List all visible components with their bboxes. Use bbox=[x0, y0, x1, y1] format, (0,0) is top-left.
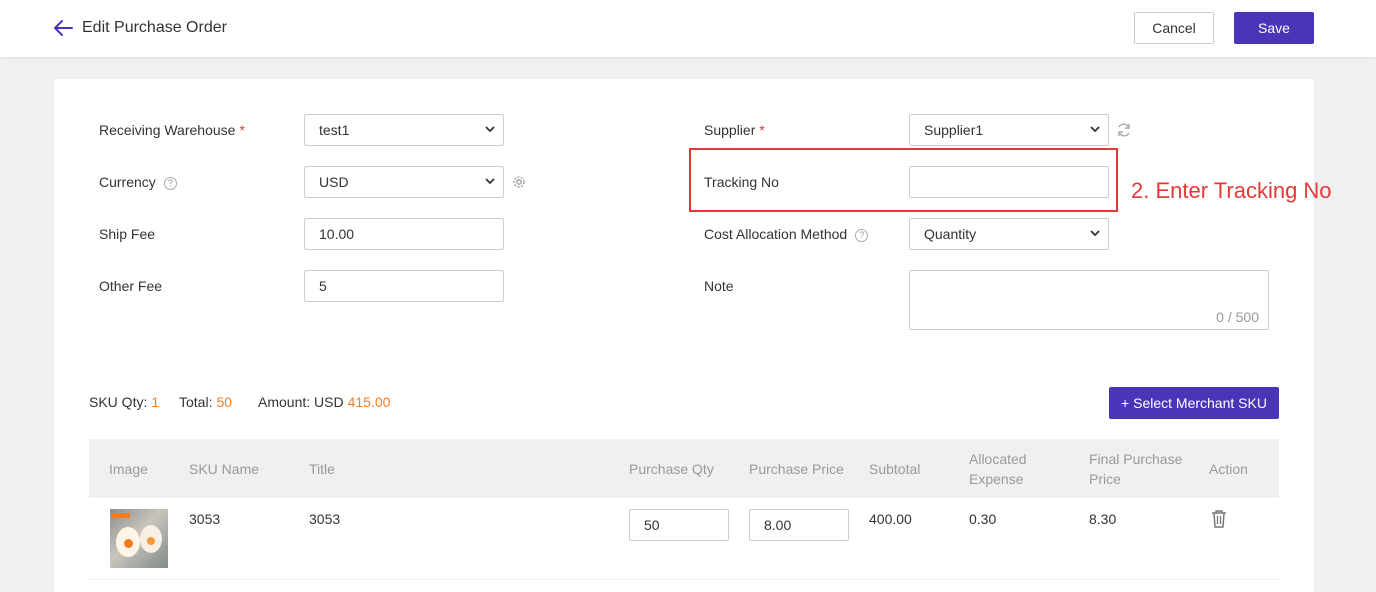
ship-fee-label: Ship Fee bbox=[99, 226, 156, 242]
col-subtotal: Subtotal bbox=[869, 461, 921, 477]
cell-sku-name: 3053 bbox=[189, 511, 221, 527]
col-allocated-expense: Allocated Expense bbox=[969, 451, 1027, 487]
back-arrow-icon[interactable] bbox=[52, 18, 74, 38]
sku-qty-summary: SKU Qty: 1 bbox=[89, 394, 160, 410]
purchase-qty-input[interactable]: 50 bbox=[629, 509, 729, 541]
chevron-down-icon bbox=[485, 126, 495, 133]
supplier-label: Supplier * bbox=[704, 122, 765, 138]
total-summary: Total: 50 bbox=[179, 394, 233, 410]
help-icon[interactable]: ? bbox=[855, 229, 869, 242]
annotation-highlight-box bbox=[689, 148, 1118, 212]
chevron-down-icon bbox=[1090, 230, 1100, 237]
cost-allocation-label: Cost Allocation Method? bbox=[704, 226, 869, 242]
page-title: Edit Purchase Order bbox=[82, 19, 227, 36]
gear-icon[interactable] bbox=[511, 174, 527, 190]
col-purchase-price: Purchase Price bbox=[749, 461, 844, 477]
col-sku-name: SKU Name bbox=[189, 461, 260, 477]
annotation-text: 2. Enter Tracking No bbox=[1131, 178, 1332, 203]
chevron-down-icon bbox=[485, 178, 495, 185]
other-fee-input[interactable]: 5 bbox=[304, 270, 504, 302]
receiving-warehouse-select[interactable]: test1 bbox=[304, 114, 504, 146]
amount-summary: Amount: USD 415.00 bbox=[258, 394, 391, 410]
row-divider bbox=[89, 579, 1279, 580]
receiving-warehouse-label: Receiving Warehouse * bbox=[99, 122, 245, 138]
cancel-button[interactable]: Cancel bbox=[1134, 12, 1214, 44]
refresh-icon[interactable] bbox=[1116, 122, 1132, 138]
col-action: Action bbox=[1209, 461, 1248, 477]
ship-fee-input[interactable]: 10.00 bbox=[304, 218, 504, 250]
note-label: Note bbox=[704, 278, 734, 294]
select-merchant-sku-button[interactable]: + Select Merchant SKU bbox=[1109, 387, 1279, 419]
col-image: Image bbox=[109, 461, 148, 477]
trash-icon[interactable] bbox=[1210, 509, 1228, 529]
required-mark: * bbox=[239, 122, 245, 138]
cell-title: 3053 bbox=[309, 511, 341, 527]
top-bar: Edit Purchase Order Cancel Save bbox=[0, 0, 1376, 57]
note-textarea[interactable]: 0 / 500 bbox=[909, 270, 1269, 330]
currency-select[interactable]: USD bbox=[304, 166, 504, 198]
help-icon[interactable]: ? bbox=[163, 177, 177, 190]
currency-label: Currency? bbox=[99, 174, 177, 190]
cell-allocated-expense: 0.30 bbox=[969, 511, 997, 527]
col-purchase-qty: Purchase Qty bbox=[629, 461, 714, 477]
col-title: Title bbox=[309, 461, 335, 477]
supplier-select[interactable]: Supplier1 bbox=[909, 114, 1109, 146]
col-final-purchase-price: Final Purchase Price bbox=[1089, 451, 1183, 487]
save-button[interactable]: Save bbox=[1234, 12, 1314, 44]
chevron-down-icon bbox=[1090, 126, 1100, 133]
required-mark: * bbox=[759, 122, 765, 138]
product-image bbox=[110, 509, 168, 568]
cost-allocation-select[interactable]: Quantity bbox=[909, 218, 1109, 250]
purchase-price-input[interactable]: 8.00 bbox=[749, 509, 849, 541]
cell-final-price: 8.30 bbox=[1089, 511, 1117, 527]
char-counter: 0 / 500 bbox=[1216, 309, 1259, 325]
cell-subtotal: 400.00 bbox=[869, 511, 912, 527]
other-fee-label: Other Fee bbox=[99, 278, 163, 294]
